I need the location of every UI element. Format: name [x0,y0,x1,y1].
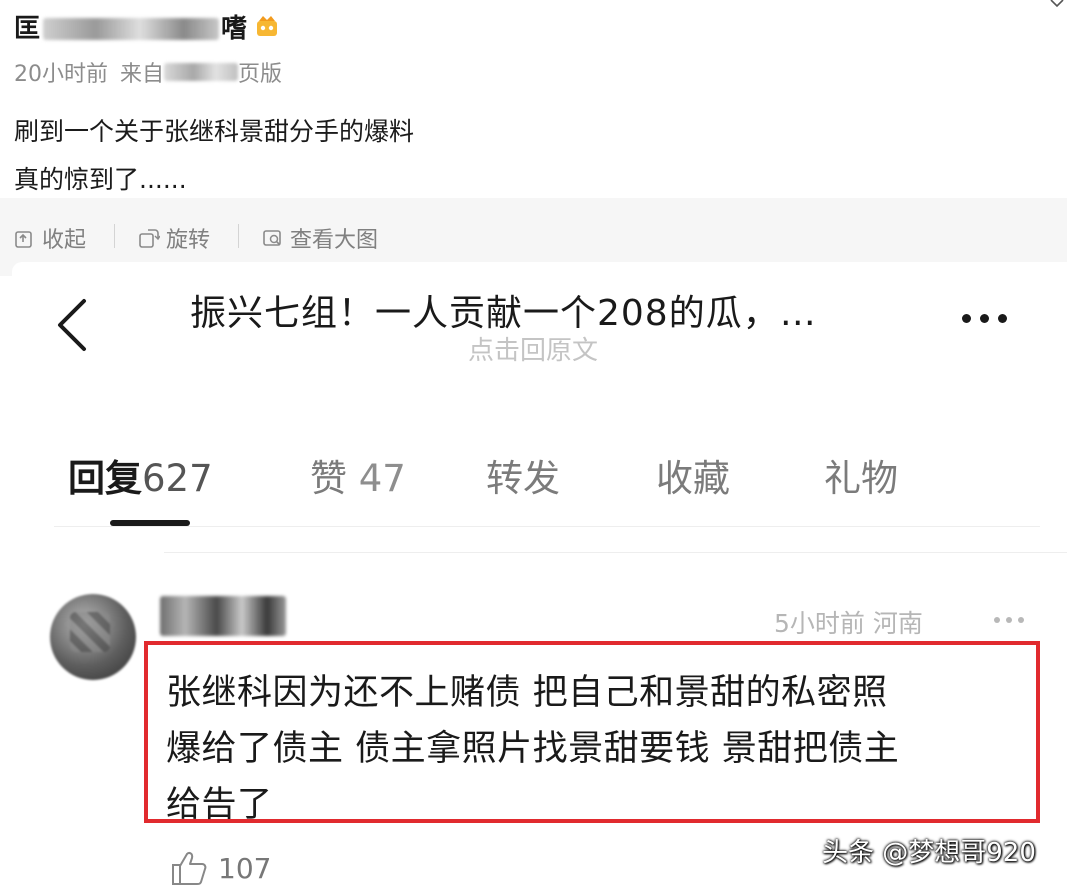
tab-favorites[interactable]: 收藏 [656,448,730,502]
post-meta: 20小时前 来自 页版 [14,56,282,88]
divider [164,552,1067,553]
toolbar-divider [238,224,239,248]
back-arrow-icon[interactable] [54,298,90,352]
comment-text-line-3: 给告了 [166,785,273,825]
collapse-icon [15,231,32,248]
like-count: 107 [218,851,272,885]
post-text-line-1: 刷到一个关于张继科景甜分手的爆料 [14,117,415,146]
vip-crown-icon[interactable] [254,13,280,39]
magnify-image-icon [263,230,281,246]
more-options-icon[interactable] [962,314,1007,323]
view-large-label: 查看大图 [290,228,379,253]
rotate-label: 旋转 [166,228,211,253]
rotate-button[interactable]: 旋转 [138,222,210,254]
post-source-suffix[interactable]: 页版 [238,56,282,88]
comment-like-button[interactable]: 107 [170,850,271,886]
tab-reposts[interactable]: 转发 [486,448,560,502]
avatar[interactable] [50,594,136,680]
tab-gifts[interactable]: 礼物 [824,448,898,502]
watermark-text: 头条 @梦想哥920 [822,838,1036,868]
author-name-start: 匡 [14,13,42,44]
chevron-down-icon[interactable] [1049,0,1065,12]
tab-label: 礼物 [824,457,898,500]
divider [54,526,1040,527]
back-to-original-link[interactable]: 点击回原文 [468,330,598,367]
tab-label: 回复 [68,457,142,500]
thumbs-up-icon [172,852,207,885]
view-large-button[interactable]: 查看大图 [262,222,378,254]
post-text-line-2: 真的惊到了...... [14,165,187,194]
author-name-end: 嗜 [221,13,249,44]
tab-replies[interactable]: 回复627 [68,448,213,502]
comment-time: 5小时前 [774,609,865,638]
author-name[interactable]: 匡嗜 [14,8,248,45]
post-source-prefix: 来自 [120,62,165,87]
post-time: 20小时前 [14,62,108,87]
tab-count: 47 [358,457,406,500]
collapse-button[interactable]: 收起 [14,222,86,254]
author-name-blur [43,18,220,40]
tab-count: 627 [142,457,213,500]
thread-title: 振兴七组！一人贡献一个208的瓜，… [190,293,817,334]
rotate-icon [139,229,160,248]
toolbar-divider [114,224,115,248]
post-source-blur [164,63,239,81]
commenter-name[interactable] [160,596,286,636]
comment-location: 河南 [872,609,923,638]
comment-meta: 5小时前 河南 [774,604,923,640]
tab-label: 收藏 [656,457,730,500]
collapse-label: 收起 [42,228,87,253]
post-header: 匡嗜 [14,6,280,46]
tab-label: 赞 [310,457,347,500]
comment-text-line-1: 张继科因为还不上赌债 把自己和景甜的私密照 [166,673,888,713]
tab-likes[interactable]: 赞 47 [310,448,406,502]
tab-label: 转发 [486,457,560,500]
comment-text-line-2: 爆给了债主 债主拿照片找景甜要钱 景甜把债主 [166,729,900,769]
comment-more-icon[interactable] [994,617,1024,623]
